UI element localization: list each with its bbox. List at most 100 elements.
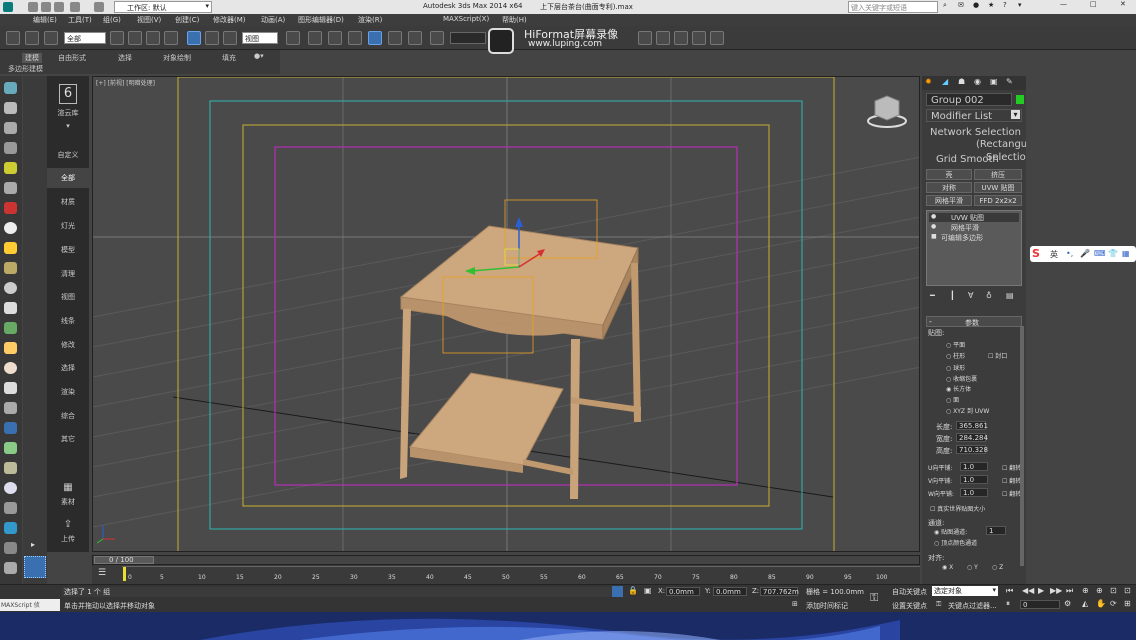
plant-icon[interactable] <box>4 442 17 454</box>
curve-editor-icon[interactable]: ☰ <box>98 568 106 578</box>
lines-icon[interactable] <box>4 382 17 394</box>
object-color-swatch[interactable] <box>1016 95 1024 104</box>
rendered-frame-window-icon[interactable] <box>656 31 670 45</box>
pen-icon[interactable] <box>4 402 17 414</box>
upload-button[interactable]: 上传 <box>47 534 89 544</box>
menu-rendering[interactable]: 渲染(R) <box>358 15 382 25</box>
time-tag-icon[interactable]: ⊞ <box>792 600 798 608</box>
radio-align-x[interactable]: ◉ X <box>942 564 953 571</box>
parameters-rollout-header[interactable]: - 参数 <box>926 316 1022 327</box>
menu-views[interactable]: 视图(V) <box>137 15 161 25</box>
user-icon[interactable]: ● <box>973 1 979 9</box>
chevron-down-icon[interactable]: ▾ <box>47 122 89 130</box>
command-panel-scrollbar[interactable] <box>1020 326 1024 566</box>
percent-snap-icon[interactable] <box>388 31 402 45</box>
category-view[interactable]: 视图 <box>47 292 89 302</box>
radio-vertex-color[interactable]: ○ 顶点颜色通道 <box>934 538 977 547</box>
radio-xyz-uvw[interactable]: ○ XYZ 到 UVW <box>946 406 989 415</box>
y-coordinate-input[interactable]: 0.0mm <box>713 587 747 596</box>
eye-icon[interactable] <box>4 302 17 314</box>
maximize-icon[interactable]: □ <box>1090 0 1097 8</box>
zoom-extents-all-icon[interactable]: ⊡ <box>1124 586 1131 595</box>
category-light[interactable]: 灯光 <box>47 221 89 231</box>
window-crossing-icon[interactable] <box>164 31 178 45</box>
workspace-dropdown[interactable]: 工作区: 默认 ▾ <box>114 1 212 13</box>
layers-icon[interactable] <box>4 542 17 554</box>
select-and-rotate-icon[interactable] <box>205 31 219 45</box>
star-icon[interactable]: ★ <box>988 1 994 9</box>
cloud-icon[interactable] <box>4 82 17 94</box>
modifier-uvw-map-button[interactable]: UVW 贴图 <box>974 182 1022 193</box>
sphere-icon[interactable] <box>4 222 17 234</box>
front-viewport[interactable]: [+] [前视] [明暗处理] <box>92 76 920 552</box>
time-config-icon[interactable]: ⚙ <box>1064 599 1071 608</box>
category-material[interactable]: 材质 <box>47 197 89 207</box>
v-flip-checkbox[interactable]: ☐ 翻转 <box>1002 476 1021 485</box>
current-frame-input[interactable]: 0 <box>1020 600 1060 609</box>
radio-map-channel[interactable]: ◉ 贴图通道: <box>934 527 967 536</box>
save-icon[interactable] <box>54 2 64 12</box>
globe-icon[interactable] <box>4 422 17 434</box>
orbit-icon[interactable]: ⟳ <box>1110 599 1117 608</box>
absolute-mode-icon[interactable]: ▣ <box>644 586 652 595</box>
search-icon[interactable]: ⌕ <box>943 1 947 10</box>
timeline-ruler[interactable]: 0 5 10 15 20 25 30 35 40 45 50 55 60 65 … <box>122 566 920 584</box>
stack-item-editpoly[interactable]: ■ 可编辑多边形 <box>929 233 1019 242</box>
ribbon-options-icon[interactable]: ●▾ <box>254 52 264 60</box>
select-by-name-icon[interactable] <box>128 31 142 45</box>
minimize-icon[interactable]: — <box>1060 0 1067 8</box>
time-slider[interactable]: 0 / 100 ☰ 0 5 10 15 20 25 30 35 40 45 50… <box>92 555 920 585</box>
document-icon[interactable] <box>4 102 17 114</box>
map-channel-input[interactable]: 1 <box>986 526 1006 535</box>
folder-icon[interactable] <box>4 242 17 254</box>
chevron-down-icon[interactable]: ▾ <box>1018 1 1022 9</box>
menu-create[interactable]: 创建(C) <box>175 15 199 25</box>
box-icon[interactable] <box>4 142 17 154</box>
key-mode-icon[interactable]: ⏸ <box>1006 599 1010 609</box>
angle-snap-icon[interactable] <box>368 31 382 45</box>
ime-toolbar[interactable]: S 英 •, 🎤 ⌨ 👕 ▦ <box>1030 246 1136 262</box>
menu-group[interactable]: 组(G) <box>103 15 121 25</box>
link-icon[interactable] <box>6 31 20 45</box>
sphere-light-icon[interactable] <box>4 362 17 374</box>
play-icon[interactable]: ▶ <box>1038 586 1044 595</box>
ime-language[interactable]: 英 <box>1050 249 1058 260</box>
selection-lock-icon[interactable] <box>612 586 623 597</box>
modifier-shell-button[interactable]: 壳 <box>926 169 972 180</box>
go-to-end-icon[interactable]: ⏭ <box>1066 586 1073 596</box>
ribbon-tab-object-paint[interactable]: 对象绘制 <box>163 53 191 63</box>
collapse-arrow-icon[interactable]: ▸ <box>31 540 35 549</box>
modifier-symmetry-button[interactable]: 对称 <box>926 182 972 193</box>
named-selection-dropdown[interactable] <box>450 32 486 44</box>
communication-icon[interactable]: ✉ <box>958 1 964 9</box>
pivot-center-icon[interactable] <box>286 31 300 45</box>
redo-icon[interactable] <box>94 2 104 12</box>
create-tab-icon[interactable]: ✹ <box>925 77 932 86</box>
x-coordinate-input[interactable]: 0.0mm <box>666 587 700 596</box>
modifier-ffd-button[interactable]: FFD 2x2x2 <box>974 195 1022 206</box>
record-icon[interactable] <box>4 202 17 214</box>
select-object-icon[interactable] <box>110 31 124 45</box>
zoom-icon[interactable]: ⊕ <box>1082 586 1089 595</box>
width-input[interactable]: 284.284 <box>956 433 988 442</box>
edit-named-selection-icon[interactable] <box>430 31 444 45</box>
maxscript-listener[interactable]: MAXScript 侦 <box>0 599 60 611</box>
menu-maxscript[interactable]: MAXScript(X) <box>443 15 489 23</box>
z-coordinate-input[interactable]: 707.762m <box>760 587 799 596</box>
make-unique-icon[interactable]: ∀ <box>968 291 973 300</box>
circle-icon[interactable] <box>4 282 17 294</box>
configure-sets-icon[interactable]: ▤ <box>1006 291 1014 300</box>
add-time-tag[interactable]: 添加时间标记 <box>806 601 848 611</box>
modify-tab-icon[interactable]: ◢ <box>942 77 948 86</box>
stack-item-meshsmooth[interactable]: ● 网格平滑 <box>929 223 1019 232</box>
menu-graph-editors[interactable]: 图形编辑器(D) <box>298 15 344 25</box>
camera-icon[interactable] <box>4 502 17 514</box>
real-world-checkbox[interactable]: ☐ 真实世界贴图大小 <box>930 504 985 513</box>
selection-filter-dropdown[interactable]: 全部 <box>64 32 106 44</box>
stack-item-uvw[interactable]: ● UVW 贴图 <box>929 213 1019 222</box>
time-slider-thumb[interactable]: 0 / 100 <box>94 556 154 564</box>
assets-button[interactable]: 素材 <box>47 497 89 507</box>
set-key-icon[interactable]: ⚿ <box>936 600 941 609</box>
open-file-icon[interactable] <box>41 2 51 12</box>
radio-box[interactable]: ◉ 长方体 <box>946 384 971 393</box>
